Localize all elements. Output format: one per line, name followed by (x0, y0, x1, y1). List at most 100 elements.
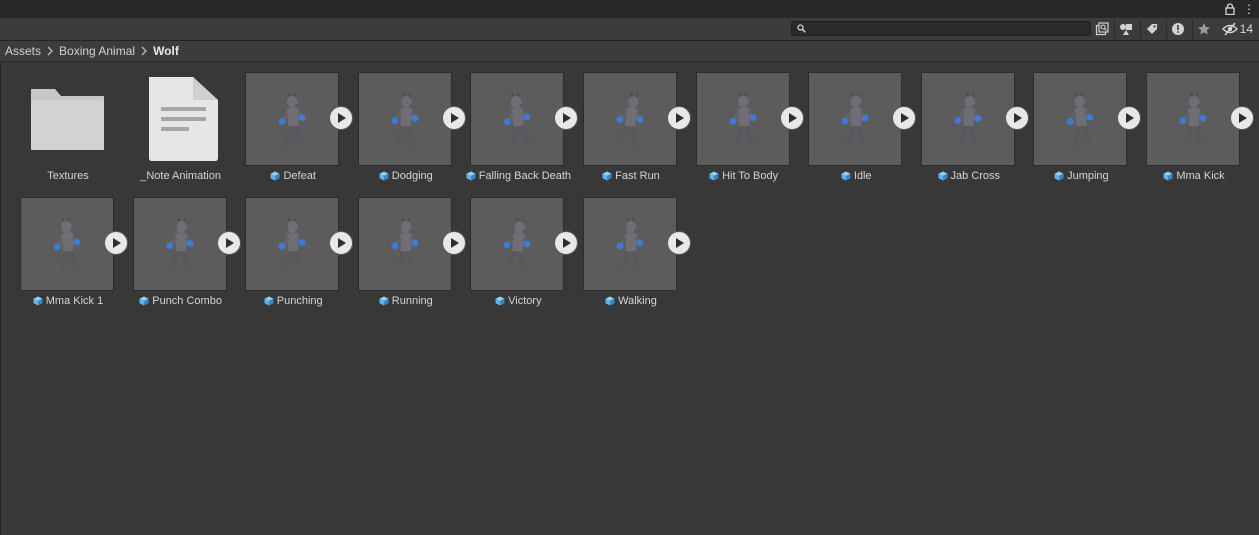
cube-icon (466, 171, 476, 181)
asset-label-row: Defeat (231, 169, 355, 183)
asset-item-victory[interactable]: Victory (460, 187, 579, 307)
animation-thumbnail (808, 72, 903, 166)
animation-thumbnail (1033, 72, 1128, 166)
animation-thumbnail (245, 197, 340, 291)
filter-by-type-button[interactable] (1114, 19, 1137, 39)
wolf-character-preview (278, 216, 306, 271)
show-errors-button[interactable] (1166, 19, 1189, 39)
asset-label-row: Punching (231, 294, 355, 308)
wolf-character-preview (616, 91, 644, 147)
asset-name: Jumping (1067, 170, 1109, 182)
chevron-right-icon (47, 46, 53, 56)
asset-name: Fast Run (615, 170, 660, 182)
document-thumbnail (133, 72, 227, 166)
asset-name: Hit To Body (722, 170, 779, 182)
eye-hidden-icon (1221, 22, 1238, 36)
breadcrumb-boxing-animal[interactable]: Boxing Animal (54, 44, 138, 58)
cube-icon (379, 296, 389, 306)
asset-label-row: Hit To Body (682, 169, 806, 183)
asset-item-hit-to-body[interactable]: Hit To Body (686, 62, 804, 182)
cube-icon (1163, 171, 1173, 181)
asset-item-textures[interactable]: Textures (10, 62, 122, 182)
asset-item-walking[interactable]: Walking (573, 187, 691, 307)
asset-name: _Note Animation (140, 170, 221, 182)
cube-icon (1054, 171, 1064, 181)
animation-thumbnail (20, 197, 114, 291)
cube-icon (33, 296, 43, 306)
asset-label-row: Jab Cross (907, 169, 1031, 183)
wolf-character-preview (1179, 91, 1207, 146)
asset-label-row: Textures (6, 169, 130, 183)
asset-name: Punching (276, 295, 323, 307)
wolf-character-preview (391, 91, 419, 146)
cube-icon (602, 171, 612, 181)
chevron-right-icon (141, 46, 147, 56)
project-window: ⋮ 14 Assets Boxing Animal Wolf Textures … (0, 0, 1259, 535)
asset-item-dodging[interactable]: Dodging (348, 62, 466, 182)
animation-thumbnail (1146, 72, 1240, 166)
asset-label-row: _Note Animation (119, 169, 243, 183)
asset-item-jumping[interactable]: Jumping (1023, 62, 1142, 182)
cube-icon (139, 296, 149, 306)
asset-item-mma-kick[interactable]: Mma Kick (1136, 62, 1254, 182)
cube-icon (270, 171, 280, 181)
more-options-icon[interactable]: ⋮ (1243, 2, 1255, 16)
folder-thumbnail (20, 72, 114, 166)
asset-item-running[interactable]: Running (348, 187, 466, 307)
animation-thumbnail (695, 72, 790, 166)
asset-name: Punch Combo (152, 295, 222, 307)
breadcrumb: Assets Boxing Animal Wolf (0, 41, 1259, 62)
document-icon (148, 77, 218, 161)
asset-item-jab-cross[interactable]: Jab Cross (911, 62, 1029, 182)
hidden-packages-count: 14 (1239, 22, 1253, 36)
search-by-type-button[interactable] (1091, 19, 1113, 39)
animation-thumbnail (470, 72, 565, 166)
asset-item-falling-back-death[interactable]: Falling Back Death (460, 62, 579, 182)
asset-label-row: Mma Kick 1 (6, 294, 130, 308)
play-icon[interactable] (667, 231, 691, 255)
search-scope-icon (1095, 22, 1109, 36)
asset-item-mma-kick-1[interactable]: Mma Kick 1 (10, 187, 128, 307)
asset-label-row: Falling Back Death (456, 169, 580, 183)
search-field[interactable] (791, 21, 1091, 36)
asset-label-row: Dodging (344, 169, 468, 183)
asset-label-row: Victory (456, 294, 580, 308)
asset-label-row: Walking (569, 294, 693, 308)
cube-icon (841, 171, 851, 181)
wolf-character-preview (503, 216, 531, 272)
asset-item-punch-combo[interactable]: Punch Combo (123, 187, 241, 307)
wolf-character-preview (53, 216, 81, 271)
asset-name: Mma Kick 1 (45, 295, 104, 307)
asset-label-row: Fast Run (569, 169, 693, 183)
asset-item-idle[interactable]: Idle (798, 62, 917, 182)
asset-item-punching[interactable]: Punching (235, 187, 354, 307)
wolf-character-preview (954, 91, 982, 146)
asset-name: Jab Cross (950, 170, 1001, 182)
animation-thumbnail (470, 197, 565, 291)
wolf-character-preview (278, 91, 306, 146)
breadcrumb-assets[interactable]: Assets (0, 44, 44, 58)
play-icon[interactable] (1230, 106, 1254, 130)
warning-icon (1172, 23, 1184, 35)
favorites-button[interactable] (1192, 19, 1215, 39)
asset-item-defeat[interactable]: Defeat (235, 62, 354, 182)
filter-by-label-button[interactable] (1140, 19, 1163, 39)
wolf-character-preview (391, 217, 419, 270)
asset-name: Idle (853, 170, 872, 182)
cube-icon (709, 171, 719, 181)
cube-icon (379, 171, 389, 181)
wolf-character-preview (1067, 91, 1094, 146)
asset-name: Running (391, 295, 433, 307)
cube-icon (938, 171, 948, 181)
lock-icon[interactable] (1225, 3, 1235, 15)
wolf-character-preview (166, 216, 194, 271)
asset-item-fast-run[interactable]: Fast Run (573, 62, 691, 182)
asset-item-note-animation[interactable]: _Note Animation (123, 62, 235, 182)
cube-icon (495, 296, 505, 306)
animation-thumbnail (920, 72, 1015, 166)
breadcrumb-wolf[interactable]: Wolf (148, 44, 182, 58)
asset-name: Mma Kick (1176, 170, 1225, 182)
star-icon (1198, 23, 1210, 35)
search-input[interactable] (808, 22, 1078, 35)
hidden-packages-toggle[interactable]: 14 (1221, 20, 1253, 38)
